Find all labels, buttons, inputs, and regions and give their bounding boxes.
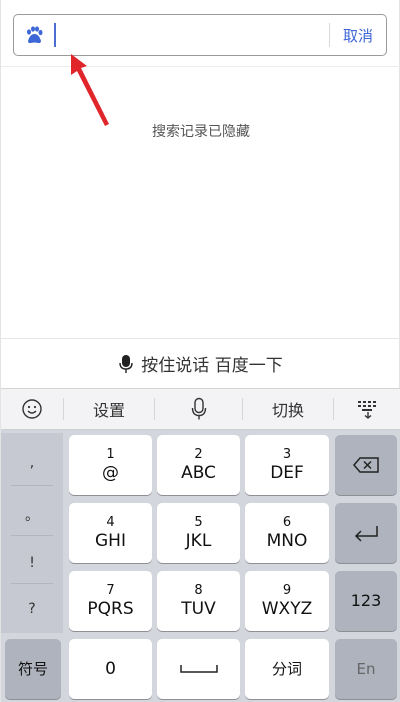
number-mode-key[interactable]: 123 (335, 571, 397, 631)
voice-search-bar[interactable]: 按住说话 百度一下 (1, 338, 400, 388)
symbol-separator (11, 485, 53, 486)
symbols-key[interactable]: 符号 (5, 639, 61, 699)
key-number: 2 (194, 446, 203, 462)
key-letters: WXYZ (261, 598, 313, 619)
number-mode-label: 123 (350, 591, 382, 610)
symbol-period-key[interactable]: 。 (7, 505, 57, 525)
keyboard: 设置 切换 , 。 ! ? 1 @ 2 ABC 3 DEF 4 GHI 5 JK… (1, 388, 400, 702)
header-divider (1, 66, 400, 67)
key-letters: DEF (270, 462, 304, 483)
symbol-question-key[interactable]: ? (7, 601, 57, 617)
key-3[interactable]: 3 DEF (245, 435, 329, 495)
key-number: 8 (194, 582, 203, 598)
voice-input-button[interactable] (155, 388, 242, 430)
enter-icon (354, 526, 378, 542)
hide-keyboard-icon (357, 401, 376, 419)
symbol-separator (11, 535, 53, 536)
key-letters: @ (102, 462, 119, 483)
emoji-icon (22, 399, 42, 419)
cancel-button[interactable]: 取消 (330, 25, 386, 46)
baidu-paw-icon (14, 15, 54, 55)
key-4[interactable]: 4 GHI (69, 503, 152, 563)
key-5[interactable]: 5 JKL (157, 503, 240, 563)
annotation-arrow-icon (71, 54, 109, 126)
key-letters: GHI (95, 530, 126, 551)
key-letters: ABC (181, 462, 216, 483)
settings-button[interactable]: 设置 (64, 388, 154, 430)
voice-search-label: 按住说话 百度一下 (141, 356, 283, 376)
key-letters: PQRS (87, 598, 134, 619)
emoji-button[interactable] (1, 388, 63, 430)
history-hidden-message: 搜索记录已隐藏 (152, 124, 250, 140)
key-9[interactable]: 9 WXYZ (245, 571, 329, 631)
key-number: 5 (194, 514, 203, 530)
microphone-icon (119, 354, 133, 373)
switch-button[interactable]: 切换 (243, 388, 333, 430)
language-label: En (356, 660, 376, 678)
switch-label: 切换 (271, 401, 304, 420)
backspace-key[interactable] (335, 435, 397, 495)
space-icon (179, 665, 218, 673)
key-2[interactable]: 2 ABC (157, 435, 240, 495)
key-6[interactable]: 6 MNO (245, 503, 329, 563)
key-number: 1 (106, 446, 115, 462)
language-key[interactable]: En (335, 639, 397, 699)
microphone-outline-icon (191, 397, 206, 420)
symbol-column: , 。 ! ? (1, 433, 63, 633)
key-letters: TUV (181, 598, 216, 619)
key-8[interactable]: 8 TUV (157, 571, 240, 631)
symbol-exclaim-key[interactable]: ! (7, 555, 57, 571)
keyboard-toolbar: 设置 切换 (1, 388, 400, 430)
symbols-label: 符号 (17, 660, 48, 678)
segment-key[interactable]: 分词 (245, 639, 329, 699)
segment-label: 分词 (271, 660, 302, 678)
key-number: 7 (106, 582, 115, 598)
symbol-comma-key[interactable]: , (7, 455, 57, 471)
symbol-separator (11, 583, 53, 584)
key-number: 6 (282, 514, 292, 530)
space-key[interactable] (157, 639, 240, 699)
key-zero-label: 0 (105, 659, 116, 679)
search-screen: 取消 搜索记录已隐藏 按住说话 百度一下 设置 切换 , 。 ! ? 1 @ 2… (0, 0, 400, 702)
key-7[interactable]: 7 PQRS (69, 571, 152, 631)
key-number: 3 (282, 446, 292, 462)
key-0[interactable]: 0 (69, 639, 152, 699)
key-number: 9 (282, 582, 292, 598)
enter-key[interactable] (335, 503, 397, 563)
settings-label: 设置 (92, 401, 125, 420)
backspace-icon (353, 457, 379, 473)
key-letters: JKL (185, 530, 212, 551)
key-number: 4 (106, 514, 115, 530)
key-1[interactable]: 1 @ (69, 435, 152, 495)
key-letters: MNO (266, 530, 308, 551)
hide-keyboard-button[interactable] (334, 388, 400, 430)
